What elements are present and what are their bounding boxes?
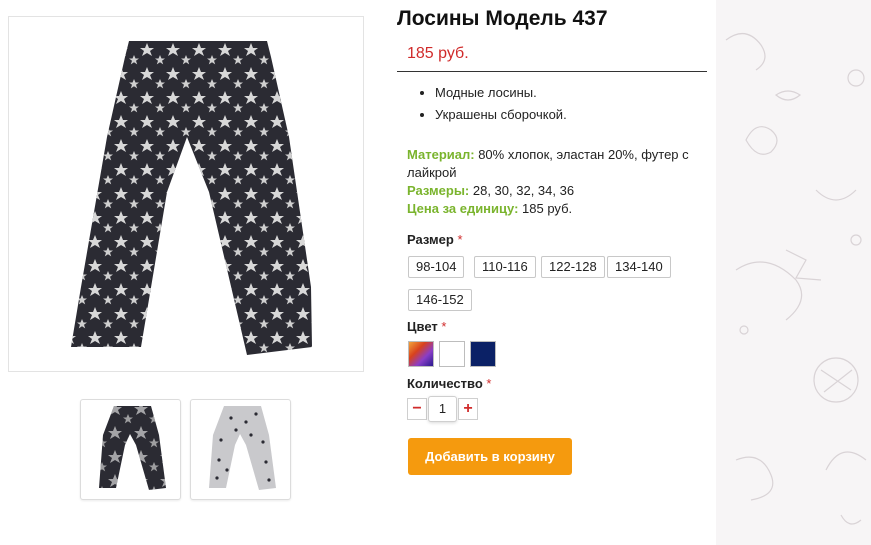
title-divider bbox=[397, 71, 707, 72]
unit-price-value: 185 руб. bbox=[522, 201, 573, 216]
required-mark: * bbox=[486, 376, 492, 391]
spec-material: Материал: 80% хлопок, эластан 20%, футер… bbox=[407, 146, 712, 182]
doodle-pattern bbox=[725, 33, 867, 525]
feature-list: Модные лосины. Украшены сборочкой. bbox=[407, 82, 567, 126]
size-option-110-116[interactable]: 110-116 bbox=[474, 256, 536, 278]
size-option-label: Размер * bbox=[407, 232, 463, 247]
color-swatch-navy[interactable] bbox=[470, 341, 496, 367]
quantity-decrement-button[interactable]: − bbox=[407, 398, 427, 420]
color-option-label: Цвет * bbox=[407, 319, 446, 334]
spec-unit-price: Цена за единицу: 185 руб. bbox=[407, 200, 712, 218]
spec-sizes: Размеры: 28, 30, 32, 34, 36 bbox=[407, 182, 712, 200]
material-label: Материал: bbox=[407, 147, 475, 162]
product-main-image[interactable] bbox=[8, 16, 364, 372]
sizes-label: Размеры: bbox=[407, 183, 470, 198]
thumbnail-grey-leggings[interactable] bbox=[190, 399, 291, 500]
add-to-cart-button[interactable]: Добавить в корзину bbox=[408, 438, 572, 475]
product-price: 185 руб. bbox=[407, 45, 469, 62]
size-label-text: Размер bbox=[407, 232, 454, 247]
sizes-value: 28, 30, 32, 34, 36 bbox=[472, 183, 575, 198]
unit-price-label: Цена за единицу: bbox=[407, 201, 519, 216]
feature-item: Модные лосины. bbox=[435, 82, 567, 104]
quantity-input[interactable]: 1 bbox=[428, 396, 457, 422]
size-option-146-152[interactable]: 146-152 bbox=[408, 289, 472, 311]
color-swatch-multicolor[interactable] bbox=[408, 341, 434, 367]
quantity-label-text: Количество bbox=[407, 376, 483, 391]
color-swatch-white[interactable] bbox=[439, 341, 465, 367]
thumbnail-dark-leggings[interactable] bbox=[80, 399, 181, 500]
required-mark: * bbox=[441, 319, 447, 334]
quantity-increment-button[interactable]: + bbox=[458, 398, 478, 420]
background-decoration bbox=[716, 0, 871, 545]
color-label-text: Цвет bbox=[407, 319, 438, 334]
size-option-134-140[interactable]: 134-140 bbox=[607, 256, 671, 278]
product-specs: Материал: 80% хлопок, эластан 20%, футер… bbox=[407, 146, 712, 218]
feature-item: Украшены сборочкой. bbox=[435, 104, 567, 126]
quantity-option-label: Количество * bbox=[407, 376, 491, 391]
required-mark: * bbox=[457, 232, 463, 247]
size-option-98-104[interactable]: 98-104 bbox=[408, 256, 465, 278]
size-option-122-128[interactable]: 122-128 bbox=[541, 256, 605, 278]
product-title: Лосины Модель 437 bbox=[397, 7, 608, 30]
